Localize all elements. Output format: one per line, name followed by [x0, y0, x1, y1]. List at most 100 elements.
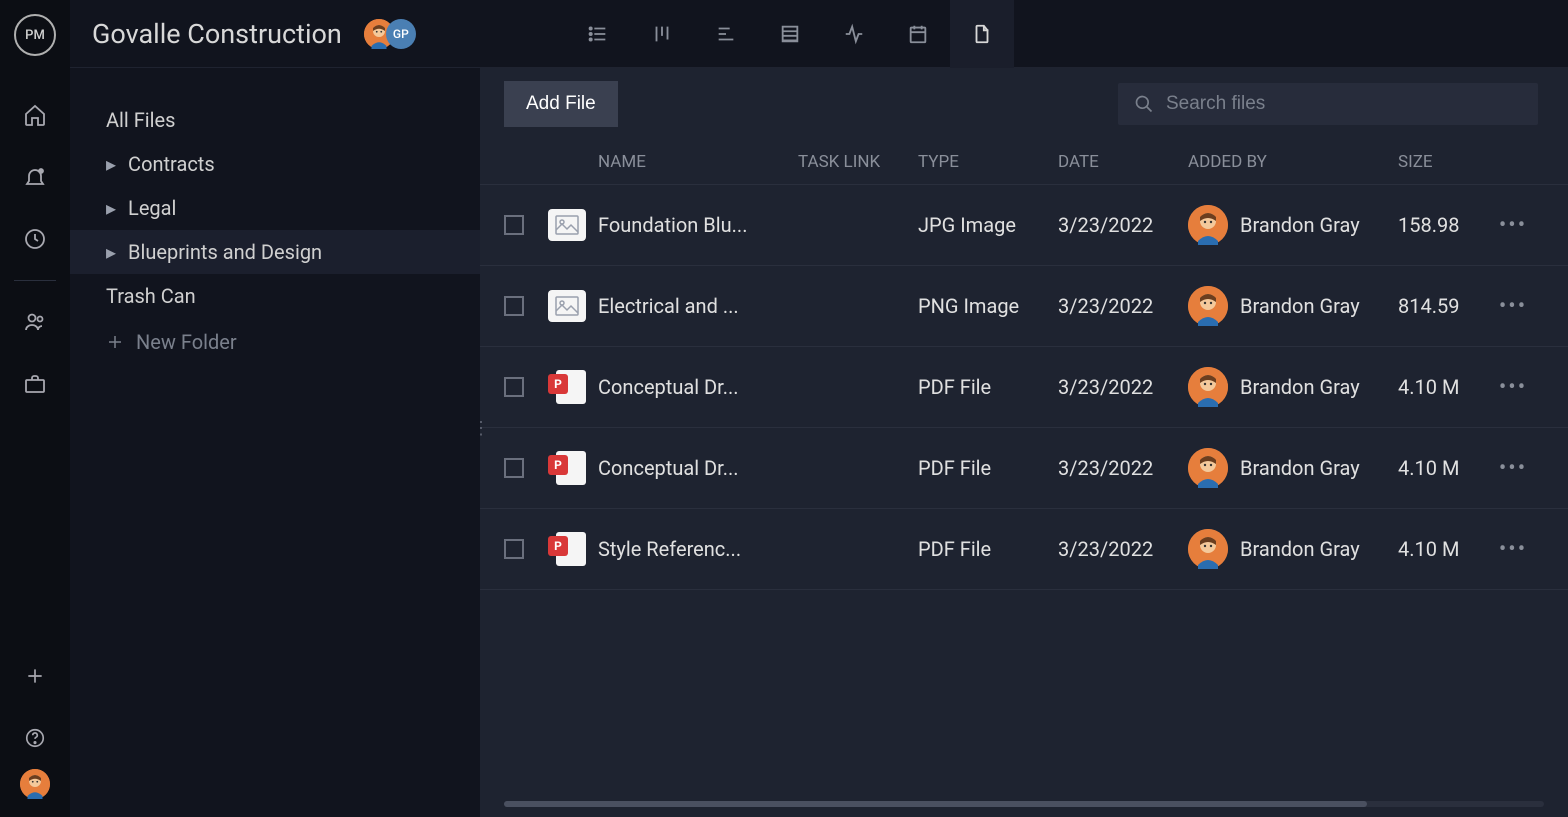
calendar-view-icon[interactable] [886, 0, 950, 68]
tree-folder-blueprints[interactable]: ▸ Blueprints and Design [70, 230, 480, 274]
file-date: 3/23/2022 [1058, 213, 1188, 237]
row-checkbox[interactable] [504, 296, 524, 316]
image-file-icon [548, 290, 586, 322]
col-added[interactable]: ADDED BY [1188, 152, 1398, 172]
clock-icon[interactable] [22, 226, 48, 252]
left-iconbar: PM [0, 0, 70, 817]
tree-folder-label: Blueprints and Design [128, 240, 322, 264]
resize-handle[interactable]: ⋮ [472, 418, 488, 439]
row-more-icon[interactable]: ••• [1499, 537, 1527, 562]
col-size[interactable]: SIZE [1398, 152, 1488, 172]
tree-all-files[interactable]: All Files [70, 98, 480, 142]
search-input[interactable] [1166, 93, 1522, 115]
plus-icon [106, 333, 124, 351]
row-checkbox[interactable] [504, 377, 524, 397]
file-added-by: Brandon Gray [1188, 529, 1398, 569]
file-type: PDF File [918, 537, 1058, 561]
files-view-icon[interactable] [950, 0, 1014, 68]
image-file-icon [548, 209, 586, 241]
pdf-file-icon: P [548, 532, 586, 566]
file-name: Foundation Blu... [598, 213, 798, 237]
app-logo[interactable]: PM [14, 14, 56, 56]
col-task[interactable]: TASK LINK [798, 152, 918, 172]
horizontal-scrollbar[interactable] [504, 799, 1544, 809]
file-added-by: Brandon Gray [1188, 205, 1398, 245]
row-more-icon[interactable]: ••• [1499, 375, 1527, 400]
avatar [1188, 448, 1228, 488]
add-file-button[interactable]: Add File [504, 81, 618, 127]
file-added-by: Brandon Gray [1188, 367, 1398, 407]
row-checkbox[interactable] [504, 215, 524, 235]
file-size: 814.59 [1398, 294, 1488, 318]
files-header: NAME TASK LINK TYPE DATE ADDED BY SIZE [480, 140, 1568, 185]
gantt-view-icon[interactable] [694, 0, 758, 68]
file-date: 3/23/2022 [1058, 537, 1188, 561]
board-view-icon[interactable] [630, 0, 694, 68]
avatar [1188, 529, 1228, 569]
file-type: JPG Image [918, 213, 1058, 237]
search-icon [1134, 94, 1154, 114]
tree-folder-legal[interactable]: ▸ Legal [70, 186, 480, 230]
member-badges[interactable]: GP [364, 19, 416, 49]
file-name: Electrical and ... [598, 294, 798, 318]
col-date[interactable]: DATE [1058, 152, 1188, 172]
avatar [1188, 367, 1228, 407]
file-date: 3/23/2022 [1058, 375, 1188, 399]
file-type: PNG Image [918, 294, 1058, 318]
new-folder-button[interactable]: New Folder [70, 318, 480, 366]
project-title: Govalle Construction [92, 18, 342, 50]
col-name[interactable]: NAME [598, 152, 798, 172]
file-type: PDF File [918, 456, 1058, 480]
list-view-icon[interactable] [566, 0, 630, 68]
file-type: PDF File [918, 375, 1058, 399]
caret-right-icon: ▸ [106, 240, 116, 264]
activity-view-icon[interactable] [822, 0, 886, 68]
file-row[interactable]: P Conceptual Dr... PDF File3/23/2022Brando… [480, 347, 1568, 428]
row-more-icon[interactable]: ••• [1499, 213, 1527, 238]
briefcase-icon[interactable] [22, 371, 48, 397]
divider [14, 280, 56, 281]
file-row[interactable]: PConceptual Dr...PDF File3/23/2022Brando… [480, 428, 1568, 509]
file-size: 4.10 M [1398, 375, 1488, 399]
file-date: 3/23/2022 [1058, 456, 1188, 480]
file-size: 158.98 [1398, 213, 1488, 237]
tree-folder-label: Contracts [128, 152, 215, 176]
file-row[interactable]: Foundation Blu... JPG Image3/23/2022Brand… [480, 185, 1568, 266]
avatar [1188, 286, 1228, 326]
row-checkbox[interactable] [504, 539, 524, 559]
col-type[interactable]: TYPE [918, 152, 1058, 172]
plus-icon[interactable] [22, 663, 48, 689]
file-added-by: Brandon Gray [1188, 448, 1398, 488]
tree-trash[interactable]: Trash Can [70, 274, 480, 318]
tree-folder-contracts[interactable]: ▸Contracts [70, 142, 480, 186]
sheet-view-icon[interactable] [758, 0, 822, 68]
people-icon[interactable] [22, 309, 48, 335]
row-checkbox[interactable] [504, 458, 524, 478]
home-icon[interactable] [22, 102, 48, 128]
file-size: 4.10 M [1398, 456, 1488, 480]
avatar [1188, 205, 1228, 245]
pdf-file-icon: P [548, 370, 586, 404]
tree-folder-label: Legal [128, 196, 176, 220]
file-name: Style Referenc... [598, 537, 798, 561]
file-added-by: Brandon Gray [1188, 286, 1398, 326]
file-date: 3/23/2022 [1058, 294, 1188, 318]
file-size: 4.10 M [1398, 537, 1488, 561]
file-row[interactable]: P Style Referenc... PDF File3/23/2022Brand… [480, 509, 1568, 590]
initials-badge: GP [386, 19, 416, 49]
user-avatar[interactable] [20, 769, 50, 799]
bell-icon[interactable] [22, 164, 48, 190]
new-folder-label: New Folder [136, 330, 237, 354]
view-nav [566, 0, 1014, 68]
files-panel: Add File NAME TASK LINK TYPE DATE ADDED … [480, 68, 1568, 817]
file-row[interactable]: Electrical and ... PNG Image3/23/2022Bran… [480, 266, 1568, 347]
caret-right-icon: ▸ [106, 196, 116, 220]
file-name: Conceptual Dr... [598, 375, 798, 399]
search-wrap [1118, 83, 1538, 125]
row-more-icon[interactable]: ••• [1499, 456, 1527, 481]
folder-tree: All Files ▸Contracts ▸ Legal ▸ Blueprints … [70, 68, 480, 817]
row-more-icon[interactable]: ••• [1499, 294, 1527, 319]
file-name: Conceptual Dr... [598, 456, 798, 480]
files-toolbar: Add File [480, 68, 1568, 140]
help-icon[interactable] [22, 725, 48, 751]
